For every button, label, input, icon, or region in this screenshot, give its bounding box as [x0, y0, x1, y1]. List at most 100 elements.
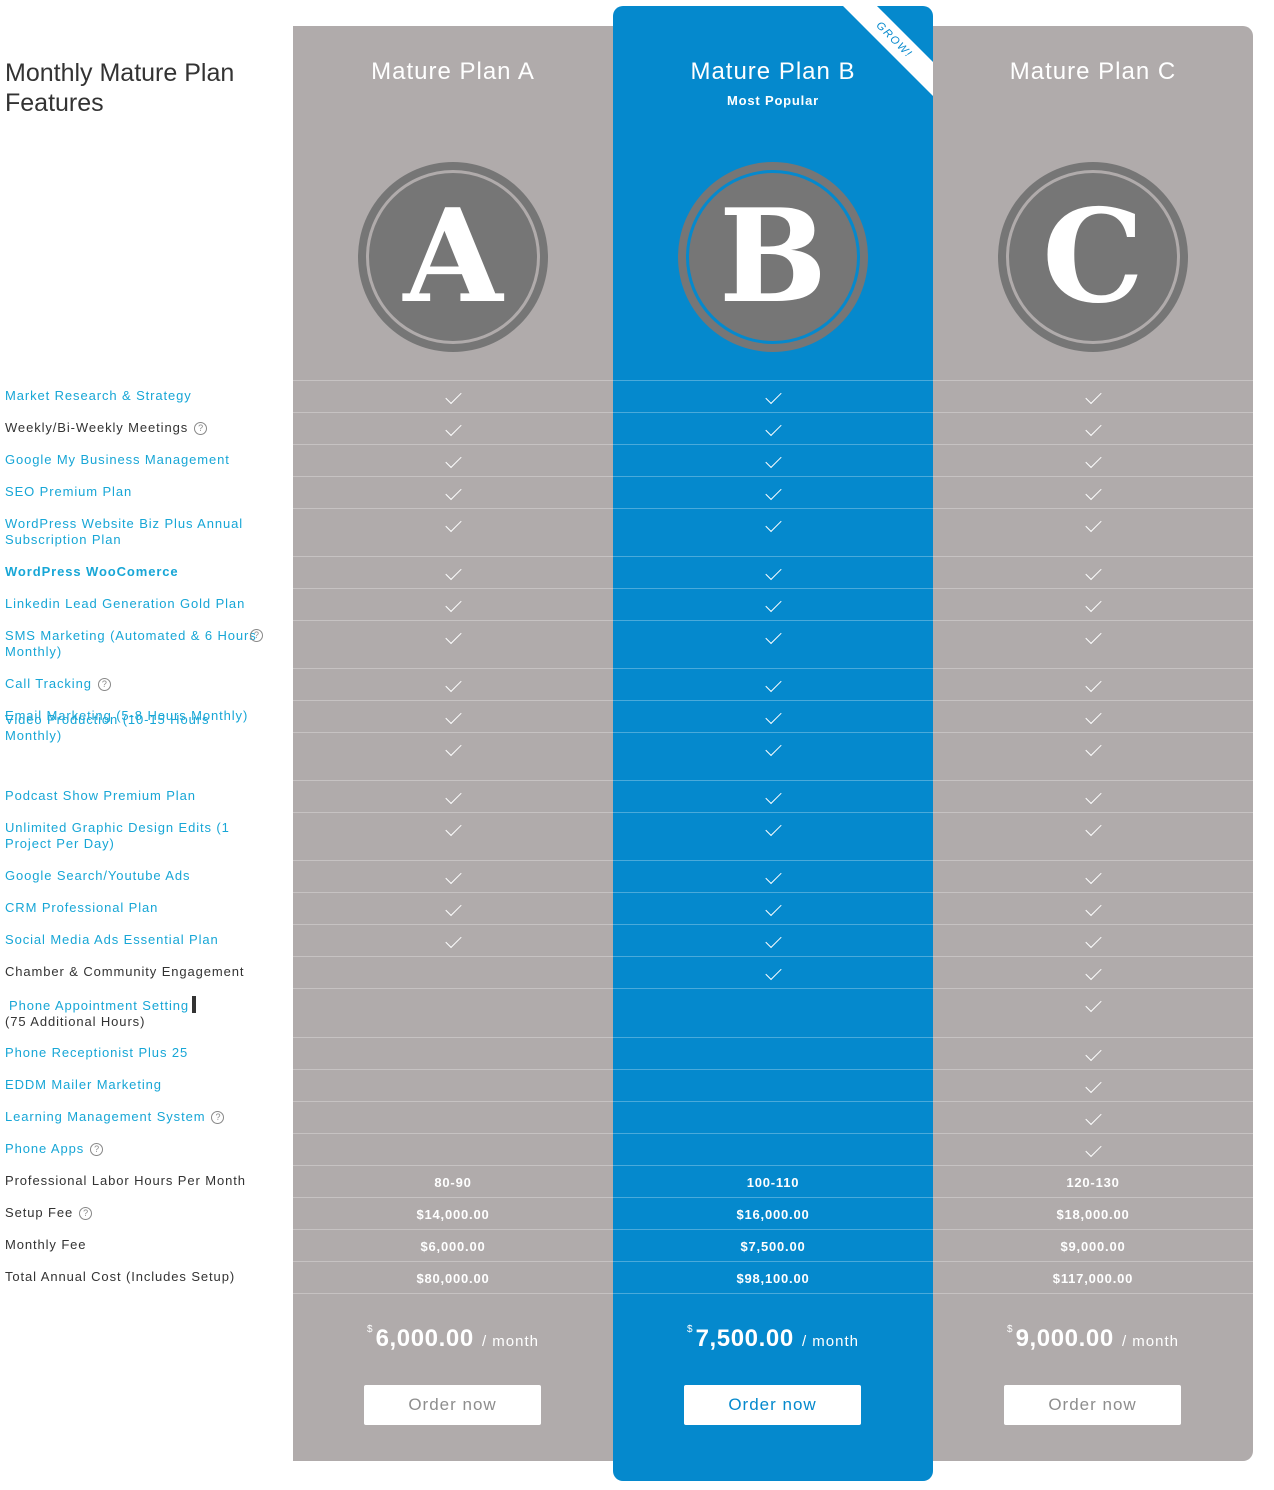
feature-label-text: Weekly/Bi-Weekly Meetings: [5, 420, 189, 435]
check-icon: [1084, 1140, 1102, 1158]
price-amount: 9,000.00: [1015, 1325, 1114, 1352]
monthly-fee-value: $6,000.00: [420, 1239, 486, 1254]
check-icon: [1084, 595, 1102, 613]
check-icon: [1084, 995, 1102, 1013]
feature-cell: [613, 476, 933, 508]
price-period: / month: [476, 1333, 539, 1350]
value-cell: $117,000.00: [933, 1261, 1253, 1293]
feature-label[interactable]: Social Media Ads Essential Plan: [5, 932, 267, 948]
check-icon: [764, 867, 782, 885]
feature-label-text: Phone Receptionist Plus 25: [5, 1045, 189, 1060]
feature-cell: [933, 1037, 1253, 1069]
feature-label[interactable]: Phone Receptionist Plus 25: [5, 1045, 267, 1061]
check-icon: [1084, 787, 1102, 805]
check-icon: [1084, 739, 1102, 757]
feature-label-text: Linkedin Lead Generation Gold Plan: [5, 596, 246, 611]
check-icon: [444, 675, 462, 693]
feature-cell: [613, 620, 933, 668]
plan-badge-icon: A: [358, 162, 548, 352]
row-divider: [933, 1293, 1253, 1294]
check-icon: [444, 931, 462, 949]
value-cell: $7,500.00: [613, 1229, 933, 1261]
check-icon: [764, 899, 782, 917]
feature-label-text: Professional Labor Hours Per Month: [5, 1173, 246, 1188]
feature-label-text: SMS Marketing (Automated & 6 Hours Month…: [5, 628, 257, 659]
help-circle-icon[interactable]: ?: [97, 678, 111, 691]
feature-cell: [933, 924, 1253, 956]
check-icon: [1084, 563, 1102, 581]
feature-label-text: WordPress Website Biz Plus Annual Subscr…: [5, 516, 244, 547]
check-icon: [444, 419, 462, 437]
feature-cell: [293, 1037, 613, 1069]
feature-label[interactable]: SEO Premium Plan: [5, 484, 267, 500]
check-icon: [1084, 483, 1102, 501]
check-icon: [444, 483, 462, 501]
check-icon: [444, 515, 462, 533]
check-icon: [444, 627, 462, 645]
feature-label-text: Learning Management System: [5, 1109, 206, 1124]
feature-label[interactable]: Unlimited Graphic Design Edits (1 Projec…: [5, 820, 267, 852]
feature-label-text: Total Annual Cost (Includes Setup): [5, 1269, 236, 1284]
labor-hours-value: 120-130: [1066, 1175, 1120, 1190]
feature-cell: [613, 1133, 933, 1165]
feature-label[interactable]: EDDM Mailer Marketing: [5, 1077, 267, 1093]
value-cell: $98,100.00: [613, 1261, 933, 1293]
feature-label[interactable]: Call Tracking?: [5, 676, 267, 692]
check-icon: [1084, 867, 1102, 885]
check-icon: [444, 707, 462, 725]
feature-cell: [613, 588, 933, 620]
feature-label[interactable]: Google Search/Youtube Ads: [5, 868, 267, 884]
feature-cell: [933, 668, 1253, 700]
check-icon: [1084, 627, 1102, 645]
help-circle-icon[interactable]: ?: [90, 1143, 104, 1156]
feature-label[interactable]: Market Research & Strategy: [5, 388, 267, 404]
help-circle-icon[interactable]: ?: [211, 1111, 225, 1124]
feature-label[interactable]: Phone Appointment Setting (75 Additional …: [5, 996, 267, 1030]
check-icon: [1084, 675, 1102, 693]
feature-label: Professional Labor Hours Per Month: [5, 1173, 267, 1189]
order-now-button[interactable]: Order now: [364, 1385, 541, 1425]
feature-label[interactable]: Google My Business Management: [5, 452, 267, 468]
check-icon: [444, 899, 462, 917]
feature-cell: [933, 1101, 1253, 1133]
feature-label[interactable]: Podcast Show Premium Plan: [5, 788, 267, 804]
plan-title: Mature Plan A: [371, 58, 535, 85]
feature-label[interactable]: WordPress WooComerce: [5, 564, 267, 580]
check-icon: [764, 595, 782, 613]
feature-label[interactable]: WordPress Website Biz Plus Annual Subscr…: [5, 516, 267, 548]
feature-label[interactable]: SMS Marketing (Automated & 6 Hours Month…: [5, 628, 267, 660]
value-cell: $16,000.00: [613, 1197, 933, 1229]
order-now-button[interactable]: Order now: [1004, 1385, 1181, 1425]
feature-label-text: Google Search/Youtube Ads: [5, 868, 191, 883]
check-icon: [444, 867, 462, 885]
check-icon: [764, 419, 782, 437]
feature-label[interactable]: CRM Professional Plan: [5, 900, 267, 916]
feature-cell: [933, 892, 1253, 924]
feature-cell: [933, 620, 1253, 668]
feature-cell: [933, 780, 1253, 812]
value-cell: $18,000.00: [933, 1197, 1253, 1229]
help-circle-icon[interactable]: ?: [194, 422, 208, 435]
feature-label-text: CRM Professional Plan: [5, 900, 159, 915]
feature-label[interactable]: Learning Management System?: [5, 1109, 267, 1125]
check-icon: [1084, 819, 1102, 837]
price-period: / month: [1116, 1333, 1179, 1350]
price-display: $6,000.00 / month: [293, 1324, 613, 1353]
feature-label[interactable]: Linkedin Lead Generation Gold Plan: [5, 596, 267, 612]
feature-label[interactable]: Video Production (10-15 Hours Monthly): [5, 712, 267, 744]
help-circle-icon[interactable]: ?: [79, 1207, 93, 1220]
order-now-button[interactable]: Order now: [684, 1385, 861, 1425]
annual-cost-value: $98,100.00: [736, 1271, 810, 1286]
feature-label-extra: (75 Additional Hours): [5, 1014, 146, 1029]
feature-cell: [933, 476, 1253, 508]
features-column: Monthly Mature Plan Features Market Rese…: [0, 0, 293, 1490]
check-icon: [764, 627, 782, 645]
feature-label[interactable]: Phone Apps?: [5, 1141, 267, 1157]
ribbon-badge: GROW!: [832, 6, 933, 102]
feature-cell: [613, 988, 933, 1037]
feature-label-text: Video Production (10-15 Hours Monthly): [5, 712, 210, 743]
check-icon: [764, 787, 782, 805]
help-circle-icon[interactable]: ?: [250, 629, 263, 642]
feature-cell: [613, 412, 933, 444]
setup-fee-value: $18,000.00: [1056, 1207, 1130, 1222]
